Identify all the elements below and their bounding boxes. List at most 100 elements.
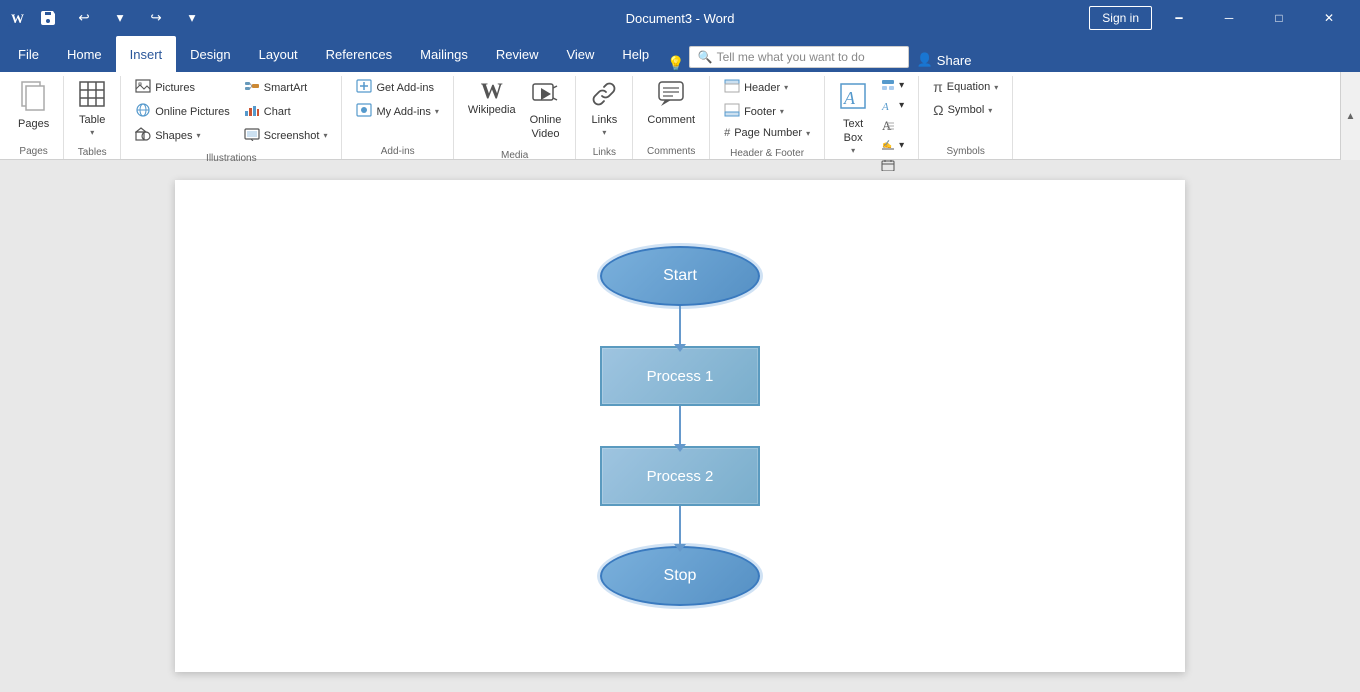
quick-parts-button[interactable]: ▾: [875, 76, 910, 94]
wikipedia-button[interactable]: W Wikipedia: [462, 76, 522, 120]
header-button[interactable]: Header ▾: [718, 76, 816, 99]
equation-button[interactable]: π Equation ▾: [927, 76, 1004, 98]
collapse-icon: ▲: [1346, 111, 1356, 122]
footer-button[interactable]: Footer ▾: [718, 100, 816, 123]
links-dropdown: ▾: [602, 128, 606, 137]
tab-help[interactable]: Help: [608, 36, 663, 72]
ribbon-group-header-footer: Header ▾ Footer ▾ # Page Number ▾: [710, 76, 825, 159]
wordart-button[interactable]: A ▾: [875, 96, 910, 114]
table-icon: [78, 80, 106, 112]
shapes-button[interactable]: Shapes ▾: [129, 124, 236, 147]
ribbon-group-addins: Get Add-ins My Add-ins ▾ Add-ins: [342, 76, 453, 159]
comment-icon: [657, 80, 685, 112]
tab-references[interactable]: References: [312, 36, 406, 72]
svg-text:✍: ✍: [882, 140, 892, 149]
page-number-icon: #: [724, 127, 730, 139]
group-label-tables: Tables: [72, 145, 112, 160]
group-label-addins: Add-ins: [350, 144, 444, 159]
window-title: Document3 - Word: [626, 11, 735, 26]
group-label-illustrations: Illustrations: [129, 151, 333, 166]
share-button[interactable]: 👤 Share: [917, 52, 972, 68]
flowchart-process1[interactable]: Process 1: [600, 346, 760, 406]
close-button[interactable]: ✕: [1306, 0, 1352, 36]
pages-label: Pages: [18, 118, 49, 130]
symbol-button[interactable]: Ω Symbol ▾: [927, 99, 1004, 121]
minimize-button[interactable]: ─: [1206, 0, 1252, 36]
online-video-icon: [531, 80, 559, 112]
ribbon-display-button[interactable]: 🗕: [1156, 0, 1202, 36]
undo-dropdown-button[interactable]: ▾: [106, 4, 134, 32]
my-addins-button[interactable]: My Add-ins ▾: [350, 100, 444, 123]
links-button[interactable]: Links ▾: [584, 76, 624, 141]
tab-layout[interactable]: Layout: [245, 36, 312, 72]
search-icon: 🔍: [698, 50, 713, 64]
table-dropdown-arrow: ▾: [90, 128, 94, 137]
online-video-button[interactable]: Online Video: [524, 76, 568, 144]
pages-button[interactable]: Pages: [12, 76, 55, 134]
arrow-1: [679, 306, 681, 346]
tab-review[interactable]: Review: [482, 36, 553, 72]
dropcap-button[interactable]: A: [875, 116, 910, 134]
online-pictures-label: Online Pictures: [155, 106, 230, 118]
table-label: Table: [79, 114, 105, 126]
pictures-label: Pictures: [155, 82, 195, 94]
links-icon: [590, 80, 618, 112]
screenshot-label: Screenshot: [264, 130, 320, 142]
lightbulb-icon[interactable]: 💡: [667, 55, 684, 72]
customize-qat-button[interactable]: ▾: [178, 4, 206, 32]
sign-in-button[interactable]: Sign in: [1089, 6, 1152, 30]
screenshot-dropdown: ▾: [323, 131, 327, 140]
collapse-ribbon-button[interactable]: ▲: [1340, 72, 1360, 160]
get-addins-label: Get Add-ins: [376, 82, 433, 94]
svg-text:W: W: [11, 11, 24, 26]
chart-label: Chart: [264, 106, 291, 118]
tab-design[interactable]: Design: [176, 36, 244, 72]
document-canvas: Start Process 1 Process 2 Sto: [175, 180, 1185, 672]
flowchart-start[interactable]: Start: [600, 246, 760, 306]
tab-view[interactable]: View: [552, 36, 608, 72]
ribbon-group-media: W Wikipedia Online Video Media: [454, 76, 576, 159]
equation-label: Equation: [947, 81, 990, 93]
flowchart-process2[interactable]: Process 2: [600, 446, 760, 506]
pages-icon: [20, 80, 48, 116]
tell-me-input[interactable]: 🔍 Tell me what you want to do: [689, 46, 909, 68]
pictures-button[interactable]: Pictures: [129, 76, 236, 99]
my-addins-icon: [356, 103, 372, 120]
wikipedia-label: Wikipedia: [468, 104, 516, 116]
footer-icon: [724, 103, 740, 120]
ribbon-tabs: File Home Insert Design Layout Reference…: [0, 36, 1360, 72]
chart-button[interactable]: Chart: [238, 100, 334, 123]
textbox-button[interactable]: A Text Box ▾: [833, 76, 873, 159]
flowchart-stop[interactable]: Stop: [600, 546, 760, 606]
tab-file[interactable]: File: [4, 36, 53, 72]
screenshot-icon: [244, 127, 260, 144]
signature-line-button[interactable]: ✍ ▾: [875, 136, 910, 154]
my-addins-label: My Add-ins: [376, 106, 430, 118]
maximize-button[interactable]: □: [1256, 0, 1302, 36]
screenshot-button[interactable]: Screenshot ▾: [238, 124, 334, 147]
page-number-button[interactable]: # Page Number ▾: [718, 124, 816, 142]
comment-button[interactable]: Comment: [641, 76, 701, 130]
chart-icon: [244, 103, 260, 120]
date-time-button[interactable]: [875, 156, 910, 174]
save-button[interactable]: [34, 4, 62, 32]
textbox-label2: Box: [844, 132, 863, 144]
header-label: Header: [744, 82, 780, 94]
tab-insert[interactable]: Insert: [116, 36, 177, 72]
ribbon-group-links: Links ▾ Links: [576, 76, 633, 159]
tab-mailings[interactable]: Mailings: [406, 36, 482, 72]
shapes-dropdown: ▾: [197, 131, 201, 140]
smartart-button[interactable]: SmartArt: [238, 76, 334, 99]
online-pictures-button[interactable]: Online Pictures: [129, 100, 236, 123]
get-addins-button[interactable]: Get Add-ins: [350, 76, 444, 99]
redo-button[interactable]: ↪: [142, 4, 170, 32]
tab-home[interactable]: Home: [53, 36, 116, 72]
symbol-icon: Ω: [933, 102, 943, 118]
undo-button[interactable]: ↩: [70, 4, 98, 32]
table-button[interactable]: Table ▾: [72, 76, 112, 141]
footer-label: Footer: [744, 106, 776, 118]
ribbon-group-text: A Text Box ▾ ▾ A ▾: [825, 76, 919, 159]
wikipedia-icon: W: [481, 80, 503, 102]
title-bar: W ↩ ▾ ↪ ▾ Document3 - Word Sign in 🗕 ─ □…: [0, 0, 1360, 36]
arrow-2: [679, 406, 681, 446]
